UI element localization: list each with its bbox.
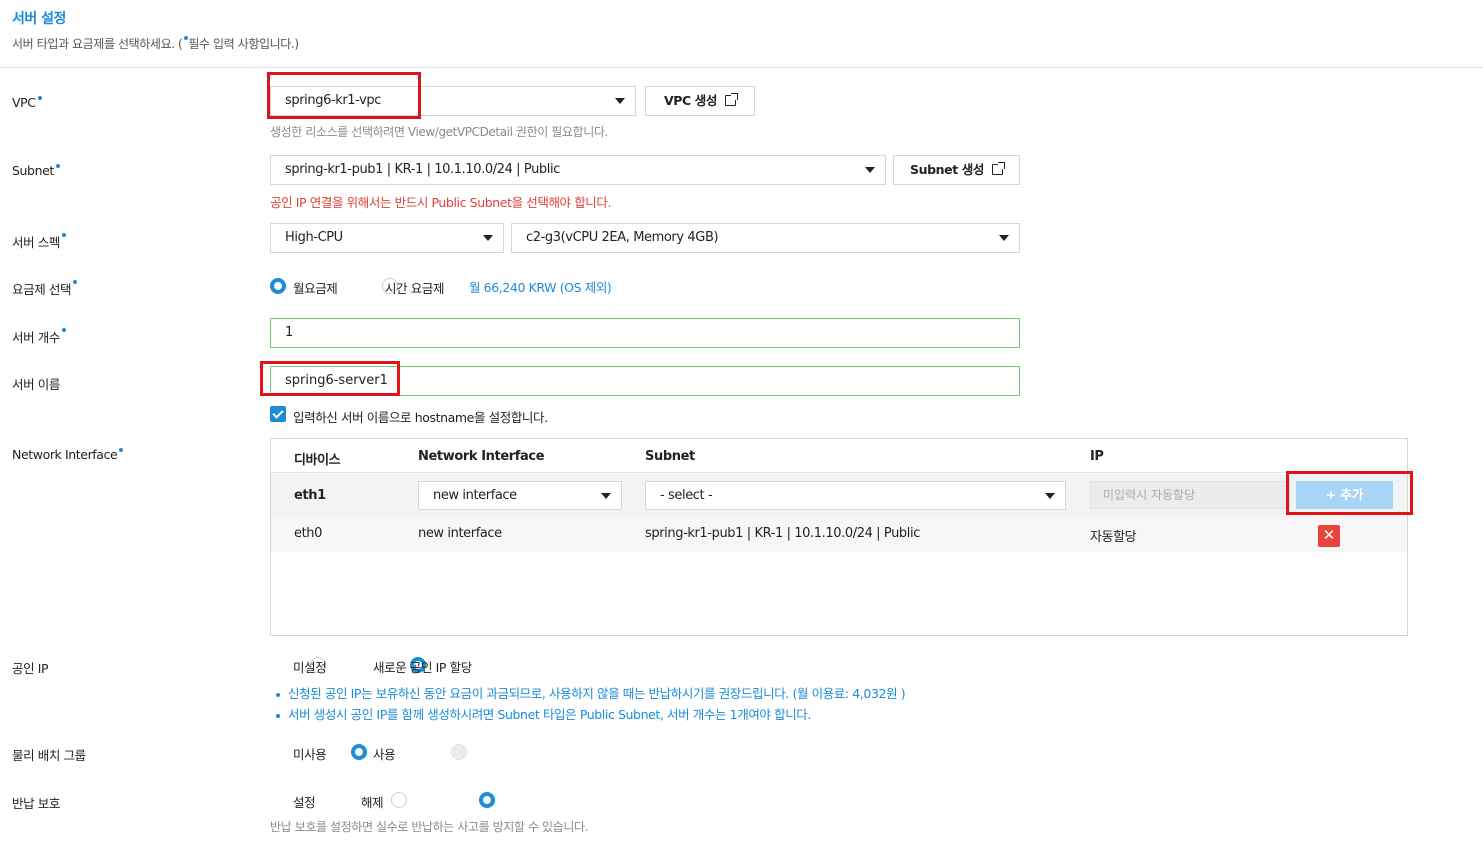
server-spec-label: 서버 스펙 bbox=[12, 232, 66, 251]
external-link-icon bbox=[991, 162, 1005, 175]
delete-icon[interactable]: ✕ bbox=[1318, 525, 1340, 547]
highlight-box-add bbox=[1286, 471, 1413, 515]
pricing-hourly-label[interactable]: 시간 요금제 bbox=[385, 278, 444, 297]
network-interface-label-text: Network Interface bbox=[12, 447, 118, 462]
server-name-label: 서버 이름 bbox=[12, 377, 60, 392]
vpc-create-label: VPC 생성 bbox=[664, 93, 717, 108]
server-size-value: c2-g3(vCPU 2EA, Memory 4GB) bbox=[526, 230, 719, 245]
return-protection-label: 반납 보호 bbox=[12, 796, 60, 811]
highlight-box-vpc bbox=[267, 72, 421, 119]
hostname-checkbox-label[interactable]: 입력하신 서버 이름으로 hostname을 설정합니다. bbox=[293, 407, 548, 426]
placement-group-label: 물리 배치 그룹 bbox=[12, 748, 86, 763]
subnet-warning: 공인 IP 연결을 위해서는 반드시 Public Subnet을 선택해야 합… bbox=[270, 195, 612, 210]
divider bbox=[0, 67, 1483, 68]
required-dot-icon bbox=[73, 280, 78, 284]
caret-down-icon bbox=[483, 235, 493, 241]
new-row-interface-select[interactable]: new interface bbox=[418, 481, 622, 510]
protection-off-radio[interactable] bbox=[478, 792, 495, 808]
placement-unused-label[interactable]: 미사용 bbox=[293, 744, 327, 763]
row-device: eth0 bbox=[294, 526, 323, 541]
public-ip-note-1: 신청된 공인 IP는 보유하신 동안 요금이 과금되므로, 사용하지 않을 때는… bbox=[276, 683, 906, 702]
caret-down-icon bbox=[1045, 493, 1055, 499]
network-interface-label: Network Interface bbox=[12, 447, 124, 462]
return-protection-hint: 반납 보호를 설정하면 실수로 반납하는 사고를 방지할 수 있습니다. bbox=[270, 820, 589, 834]
new-row-interface-value: new interface bbox=[433, 488, 517, 503]
server-count-input[interactable]: 1 bbox=[270, 318, 1020, 348]
bullet-icon bbox=[276, 692, 280, 697]
section-title: 서버 설정 bbox=[12, 11, 66, 27]
server-type-value: High-CPU bbox=[285, 230, 343, 245]
subnet-create-label: Subnet 생성 bbox=[910, 162, 984, 177]
external-link-icon bbox=[724, 93, 738, 106]
section-subtitle: 서버 타입과 요금제를 선택하세요. ( 필수 입력 사항입니다.) bbox=[12, 35, 299, 52]
protection-on-radio[interactable] bbox=[390, 792, 407, 808]
caret-down-icon bbox=[615, 98, 625, 104]
required-dot-icon bbox=[61, 233, 66, 237]
server-spec-label-text: 서버 스펙 bbox=[12, 235, 60, 250]
new-row-subnet-value: - select - bbox=[660, 488, 713, 503]
bullet-icon bbox=[276, 713, 280, 718]
highlight-box-server-name bbox=[260, 361, 400, 396]
subnet-select-value: spring-kr1-pub1 | KR-1 | 10.1.10.0/24 | … bbox=[285, 162, 560, 177]
pricing-monthly-radio[interactable] bbox=[270, 278, 286, 294]
new-row-subnet-select[interactable]: - select - bbox=[645, 481, 1066, 510]
vpc-label-text: VPC bbox=[12, 95, 36, 110]
caret-down-icon bbox=[865, 167, 875, 173]
pricing-monthly-label[interactable]: 월요금제 bbox=[293, 278, 338, 297]
hostname-checkbox[interactable] bbox=[270, 406, 286, 422]
vpc-label: VPC bbox=[12, 95, 42, 110]
column-header-ip: IP bbox=[1090, 449, 1104, 464]
public-ip-note-2-text: 서버 생성시 공인 IP를 함께 생성하시려면 Subnet 타입은 Publi… bbox=[288, 707, 811, 722]
public-ip-none-label[interactable]: 미설정 bbox=[293, 657, 327, 676]
required-dot-icon bbox=[55, 164, 60, 168]
public-ip-new-label[interactable]: 새로운 공인 IP 할당 bbox=[373, 657, 472, 676]
required-dot-icon bbox=[61, 328, 66, 332]
vpc-hint: 생성한 리소스를 선택하려면 View/getVPCDetail 권한이 필요합… bbox=[270, 125, 608, 139]
new-row-device: eth1 bbox=[294, 488, 326, 503]
server-size-select[interactable]: c2-g3(vCPU 2EA, Memory 4GB) bbox=[511, 223, 1020, 253]
row-interface: new interface bbox=[418, 526, 502, 541]
required-dot-icon bbox=[119, 448, 124, 452]
pricing-label: 요금제 선택 bbox=[12, 279, 78, 298]
server-count-label: 서버 개수 bbox=[12, 327, 66, 346]
subtitle-text: 서버 타입과 요금제를 선택하세요. ( bbox=[12, 37, 183, 51]
placement-used-radio[interactable] bbox=[450, 744, 467, 760]
protection-on-label[interactable]: 설정 bbox=[293, 792, 316, 811]
pricing-label-text: 요금제 선택 bbox=[12, 282, 72, 297]
caret-down-icon bbox=[601, 493, 611, 499]
public-ip-note-2: 서버 생성시 공인 IP를 함께 생성하시려면 Subnet 타입은 Publi… bbox=[276, 704, 811, 723]
public-ip-note-1-text: 신청된 공인 IP는 보유하신 동안 요금이 과금되므로, 사용하지 않을 때는… bbox=[288, 686, 906, 701]
server-count-label-text: 서버 개수 bbox=[12, 330, 60, 345]
pricing-amount: 월 66,240 KRW (OS 제외) bbox=[469, 280, 612, 295]
protection-off-label[interactable]: 해제 bbox=[361, 792, 384, 811]
server-type-select[interactable]: High-CPU bbox=[270, 223, 504, 253]
subnet-create-button[interactable]: Subnet 생성 bbox=[893, 155, 1020, 185]
row-subnet: spring-kr1-pub1 | KR-1 | 10.1.10.0/24 | … bbox=[645, 526, 920, 541]
column-header-interface: Network Interface bbox=[418, 449, 545, 464]
subnet-label: Subnet bbox=[12, 163, 60, 178]
column-header-device: 디바이스 bbox=[294, 453, 341, 468]
caret-down-icon bbox=[999, 235, 1009, 241]
subnet-select[interactable]: spring-kr1-pub1 | KR-1 | 10.1.10.0/24 | … bbox=[270, 155, 886, 185]
required-dot-icon bbox=[37, 96, 42, 100]
subnet-label-text: Subnet bbox=[12, 163, 54, 178]
new-row-ip-input[interactable]: 미입력시 자동할당 bbox=[1090, 481, 1290, 509]
subtitle-text-end: 필수 입력 사항입니다.) bbox=[188, 37, 299, 51]
public-ip-label: 공인 IP bbox=[12, 661, 49, 676]
column-header-subnet: Subnet bbox=[645, 449, 695, 464]
placement-used-label[interactable]: 사용 bbox=[373, 744, 396, 763]
row-ip: 자동할당 bbox=[1090, 530, 1137, 545]
placement-unused-radio[interactable] bbox=[350, 744, 367, 760]
vpc-create-button[interactable]: VPC 생성 bbox=[645, 86, 755, 116]
